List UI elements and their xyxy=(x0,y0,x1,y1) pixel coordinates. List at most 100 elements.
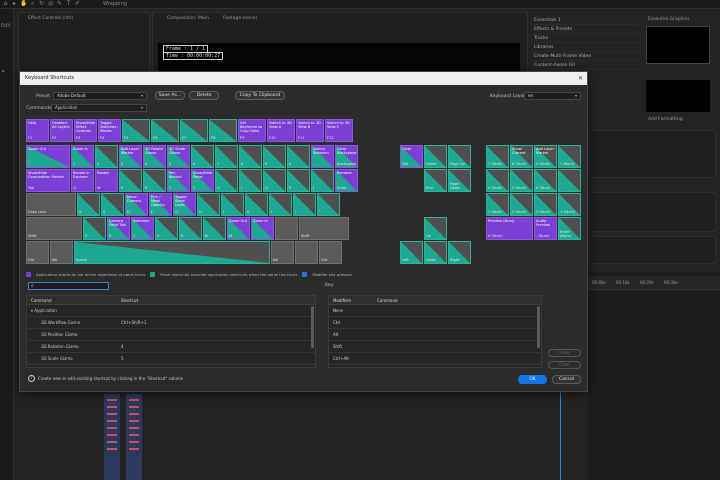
keyboard-key[interactable]: I xyxy=(239,169,262,192)
keyboard-key[interactable]: Right xyxy=(448,241,471,264)
keyboard-key[interactable]: Add Layer Marker 9 (Num) xyxy=(534,145,557,168)
keyboard-key[interactable]: 7 xyxy=(215,145,238,168)
keyboard-key[interactable]: Alt xyxy=(50,241,73,264)
column-header-command[interactable]: Command xyxy=(373,296,398,304)
keyboard-key[interactable]: Enter (Num) xyxy=(558,217,581,240)
close-icon[interactable]: ✕ xyxy=(578,72,583,85)
save-as-button[interactable]: Save As... xyxy=(155,91,185,100)
commands-select[interactable]: Application ▾ xyxy=(51,104,147,112)
right-panel-title[interactable]: Essentials 1 xyxy=(531,16,639,25)
keyboard-key[interactable]: Pick / Mask Opacity F xyxy=(149,193,172,216)
copy-to-clipboard-button[interactable]: Copy To Clipboard xyxy=(235,91,285,100)
keyboard-key[interactable]: Alt xyxy=(271,241,294,264)
keyboard-key[interactable]: * (Num) xyxy=(558,145,581,168)
keyboard-key[interactable]: Switch to 3D View C F12 xyxy=(325,119,353,142)
keyboard-key[interactable]: Left xyxy=(400,241,423,264)
effect-controls-tab[interactable]: Effect Controls (ctrl) xyxy=(28,16,73,21)
keyboard-key[interactable]: Switch Between - xyxy=(311,145,334,168)
zoom-tool-icon[interactable]: ⌕ xyxy=(29,1,36,7)
camera-tool-icon[interactable]: ◎ xyxy=(47,1,54,7)
keyboard-key[interactable]: Home xyxy=(424,145,447,168)
table-row[interactable]: Ctrl xyxy=(329,317,541,329)
keyboard-key[interactable]: Toggle Show Layer G xyxy=(173,193,196,216)
keyboard-key[interactable]: [ xyxy=(311,169,334,192)
keyboard-key[interactable]: Zoom Out M xyxy=(227,217,250,240)
keyboard-key[interactable]: Page Up xyxy=(448,145,471,168)
keyboard-key[interactable]: . xyxy=(275,217,298,240)
keyboard-key[interactable]: F7 xyxy=(180,119,208,142)
table-row[interactable]: 3D Rotation Gizmo 4 xyxy=(27,341,315,353)
keyboard-key[interactable]: P xyxy=(287,169,310,192)
keyboard-key[interactable]: J xyxy=(221,193,244,216)
keyboard-key[interactable]: + (Num) xyxy=(558,193,581,216)
keyboard-key[interactable]: Show/Hide Panel Y xyxy=(191,169,214,192)
preset-select[interactable]: Adobe Default ▾ xyxy=(53,92,147,100)
keyboard-key[interactable]: Shift xyxy=(299,217,349,240)
keyboard-key[interactable] xyxy=(558,169,581,192)
column-header-command[interactable]: Command xyxy=(27,296,117,304)
cancel-button[interactable]: Cancel xyxy=(552,375,581,384)
keyboard-key[interactable]: 3D Rotate Gizmo 4 xyxy=(143,145,166,168)
keyboard-key[interactable]: 2 (Num) xyxy=(510,193,533,216)
keyboard-key[interactable]: N xyxy=(203,217,226,240)
column-header-modifiers[interactable]: Modifiers xyxy=(329,296,373,304)
keyboard-key[interactable]: 9 xyxy=(263,145,286,168)
keyboard-key[interactable]: 6 (Num) xyxy=(534,169,557,192)
keyboard-key[interactable]: A xyxy=(77,193,100,216)
keyboard-key[interactable]: 5 (Num) xyxy=(510,169,533,192)
keyboard-key[interactable]: Set Keyframe to Copy Data F9 xyxy=(238,119,266,142)
rotate-tool-icon[interactable]: ↻ xyxy=(38,1,45,7)
text-tool-icon[interactable]: T xyxy=(65,1,72,7)
keyboard-key[interactable]: Pen Behind T xyxy=(167,169,190,192)
scrollbar[interactable] xyxy=(537,306,540,348)
footage-tab[interactable]: Footage (none) xyxy=(223,16,257,21)
keyboard-key[interactable] xyxy=(295,241,318,264)
keyboard-key[interactable]: Preview (Num) 0 (Num) xyxy=(486,217,533,240)
selection-tool-icon[interactable]: ▸ xyxy=(11,1,18,7)
keyboard-key[interactable]: Rename Enter xyxy=(335,169,358,192)
keyboard-key[interactable]: Ctrl xyxy=(26,241,49,264)
keyboard-key[interactable]: Zoom In 1 xyxy=(71,145,94,168)
right-panel-item[interactable]: Effects & Presets xyxy=(531,25,639,34)
keyboard-key[interactable]: Up xyxy=(424,217,447,240)
keyboard-key[interactable]: V xyxy=(155,217,178,240)
right-panel-item[interactable]: Tracks xyxy=(531,34,639,43)
keyboard-key[interactable]: Help F1 xyxy=(26,119,49,142)
time-ruler[interactable]: 00:00s 00:10s 00:20s 00:30s xyxy=(588,276,720,290)
keyboard-key[interactable]: S xyxy=(101,193,124,216)
keyboard-key[interactable]: Clear Del xyxy=(400,145,423,168)
keyboard-key[interactable]: 4 (Num) xyxy=(486,169,509,192)
keyboard-key[interactable]: H xyxy=(197,193,220,216)
keyboard-key[interactable]: Toggle Switches / Modes F4 xyxy=(98,119,121,142)
keyboard-key[interactable]: B xyxy=(179,217,202,240)
shortcut-cell[interactable]: Ctrl+Shift+1 xyxy=(117,317,146,328)
shortcut-cell[interactable] xyxy=(117,329,121,340)
table-row[interactable]: 3D Position Gizmo xyxy=(27,329,315,341)
keyboard-key[interactable]: Caps Lock xyxy=(26,193,76,216)
keyboard-key[interactable]: 3D Scale Gizmo 5 xyxy=(167,145,190,168)
keyboard-key[interactable]: Down xyxy=(424,241,447,264)
keyboard-key[interactable]: Selection C xyxy=(131,217,154,240)
keyboard-key[interactable]: Deselect All Layers F2 xyxy=(50,119,73,142)
add-formatting-dropdown[interactable]: Add Formatting xyxy=(648,117,683,122)
right-panel-item[interactable]: Create Multi-Frame Video xyxy=(531,52,639,61)
table-row[interactable]: Ctrl+Alt xyxy=(329,353,541,365)
pen-tool-icon[interactable]: ✎ xyxy=(56,1,63,7)
keyboard-key[interactable]: Page Down xyxy=(448,169,471,192)
right-panel-item[interactable]: Libraries xyxy=(531,43,639,52)
delete-button[interactable]: Delete xyxy=(189,91,219,100)
keyboard-key[interactable]: End xyxy=(424,169,447,192)
keyboard-key[interactable]: 1 (Num) xyxy=(486,193,509,216)
keyboard-key[interactable]: R xyxy=(143,169,166,192)
keyboard-key[interactable]: 7 (Num) xyxy=(486,145,509,168)
table-group-row[interactable]: ▾ Application xyxy=(27,305,315,317)
layer-clip[interactable] xyxy=(104,394,120,480)
keyboard-key[interactable]: Show Current 8 (Num) xyxy=(510,145,533,168)
brush-tool-icon[interactable]: ✐ xyxy=(74,1,81,7)
column-header-shortcut[interactable]: Shortcut xyxy=(117,296,138,304)
keyboard-key[interactable]: 2 xyxy=(95,145,118,168)
keyboard-key[interactable]: Audio Preview . (Num) xyxy=(534,217,557,240)
clear-button[interactable]: Clear xyxy=(548,361,581,369)
layer-clip[interactable] xyxy=(126,394,142,480)
keyboard-key[interactable]: 0 xyxy=(287,145,310,168)
